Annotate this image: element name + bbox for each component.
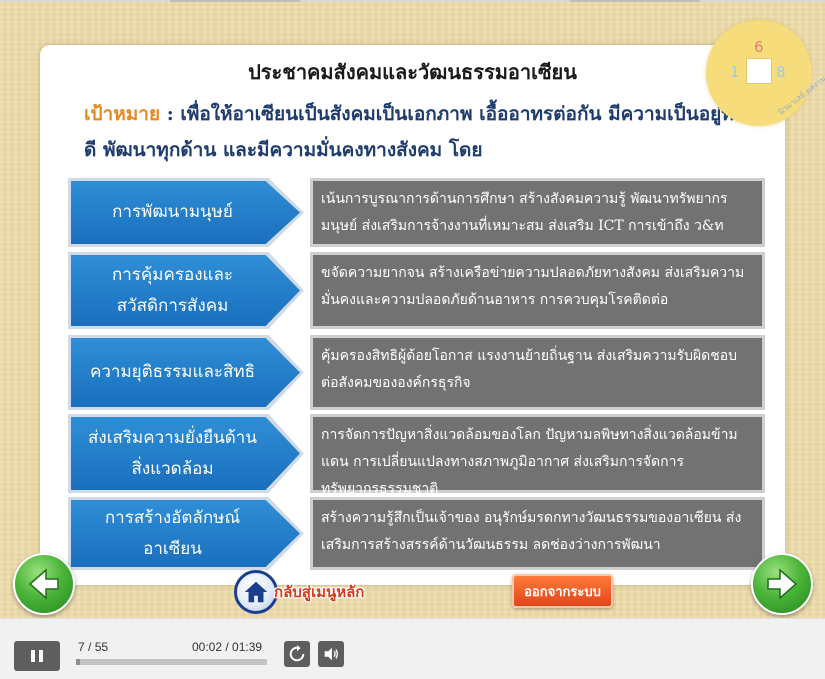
time-current: 00:02 <box>192 640 223 654</box>
progress-fill <box>76 659 80 665</box>
pillar-label: การคุ้มครองและสวัสดิการสังคม <box>71 255 300 326</box>
main-menu-button[interactable]: กลับสู่เมนูหลัก <box>234 570 370 614</box>
slide-counter: 7 / 55 <box>78 640 108 654</box>
prev-slide-button[interactable] <box>13 553 75 615</box>
pillar-row: การพัฒนามนุษย์ เน้นการบูรณาการด้านการศึก… <box>68 178 765 247</box>
home-icon-circle <box>234 570 278 614</box>
exit-button[interactable]: ออกจากระบบ <box>512 574 613 608</box>
replay-button[interactable] <box>284 641 310 667</box>
home-icon <box>244 581 268 603</box>
goal-text: เพื่อให้อาเซียนเป็นสังคมเป็นเอกภาพ เอื้อ… <box>84 103 734 161</box>
logo-badge: 6 1 8 นิวมาเลย์ ผลงานครู <box>706 20 825 126</box>
main-menu-label: กลับสู่เมนูหลัก <box>274 583 365 601</box>
player-controls: 7 / 55 00:02 / 01:39 <box>0 618 825 679</box>
arrow-left-icon <box>28 568 59 600</box>
volume-button[interactable] <box>318 641 344 667</box>
time-display: 00:02 / 01:39 <box>192 640 262 654</box>
pillar-description: เน้นการบูรณาการด้านการศึกษา สร้างสังคมคว… <box>310 178 765 247</box>
pause-button[interactable] <box>14 641 60 671</box>
badge-number-right: 8 <box>776 63 786 81</box>
slide-separator: / <box>84 640 95 654</box>
slide-title: ประชาคมสังคมและวัฒนธรรมอาเซียน <box>248 60 577 84</box>
pause-icon <box>29 650 45 662</box>
pillar-label: ความยุติธรรมและสิทธิ <box>71 338 300 407</box>
time-separator: / <box>222 640 233 654</box>
progress-bar[interactable] <box>76 659 267 665</box>
pillar-row: การคุ้มครองและสวัสดิการสังคม ขจัดความยาก… <box>68 252 765 329</box>
pillar-row: ส่งเสริมความยั่งยืนด้านสิ่งแวดล้อม การจั… <box>68 414 765 497</box>
volume-icon <box>324 647 338 661</box>
pillar-description: การจัดการปัญหาสิ่งแวดล้อมของโลก ปัญหามลพ… <box>310 414 765 497</box>
badge-number-left: 1 <box>730 63 740 81</box>
next-slide-button[interactable] <box>751 553 813 615</box>
badge-box <box>746 58 772 84</box>
pillar-description: คุ้มครองสิทธิผู้ด้อยโอกาส แรงงานย้ายถิ่น… <box>310 335 765 410</box>
slide-current: 7 <box>78 640 85 654</box>
pillar-label: การสร้างอัตลักษณ์อาเซียน <box>71 500 300 567</box>
goal-separator: : <box>160 103 181 125</box>
pillar-description: สร้างความรู้สึกเป็นเจ้าของ อนุรักษ์มรดกท… <box>310 497 765 570</box>
pillar-description: ขจัดความยากจน สร้างเครือข่ายความปลอดภัยท… <box>310 252 765 329</box>
pillar-row: ความยุติธรรมและสิทธิ คุ้มครองสิทธิผู้ด้อ… <box>68 335 765 410</box>
goal-label: เป้าหมาย <box>84 103 161 125</box>
badge-number-top: 6 <box>754 38 764 56</box>
replay-icon <box>289 645 305 662</box>
slide-total: 55 <box>94 640 109 654</box>
goal-statement: เป้าหมาย : เพื่อให้อาเซียนเป็นสังคมเป็นเ… <box>84 96 744 168</box>
arrow-right-icon <box>767 568 798 600</box>
pillar-label: ส่งเสริมความยั่งยืนด้านสิ่งแวดล้อม <box>71 417 300 490</box>
pillar-label: การพัฒนามนุษย์ <box>71 181 300 244</box>
time-total: 01:39 <box>232 640 263 654</box>
pillar-row: การสร้างอัตลักษณ์อาเซียน สร้างความรู้สึก… <box>68 497 765 570</box>
